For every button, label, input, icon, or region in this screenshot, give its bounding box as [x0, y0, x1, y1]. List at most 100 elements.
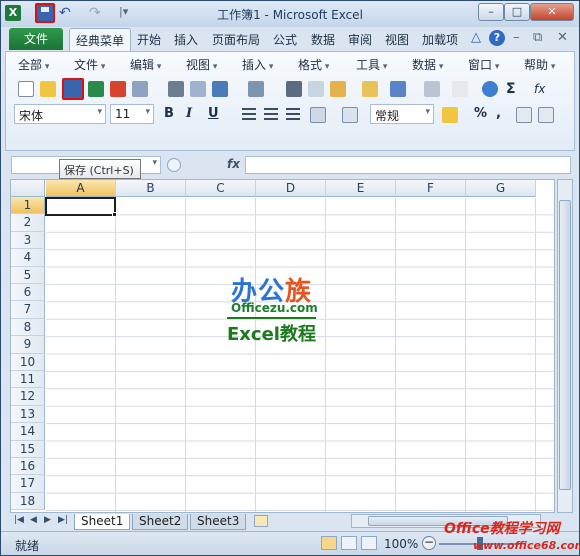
row-header-7[interactable]: 7 [11, 301, 45, 319]
insert-object-icon[interactable] [452, 81, 468, 97]
merge-center-icon[interactable] [310, 107, 326, 123]
permission-icon[interactable] [132, 81, 148, 97]
row-header-8[interactable]: 8 [11, 318, 45, 337]
comma-button[interactable]: , [496, 106, 501, 121]
save-as-icon[interactable] [88, 81, 104, 97]
row-header-17[interactable]: 17 [11, 475, 45, 493]
sheet-tab-1[interactable]: Sheet1 [74, 514, 131, 530]
row-header-15[interactable]: 15 [11, 440, 45, 458]
column-header-c[interactable]: C [186, 180, 256, 197]
hyperlink-icon[interactable] [482, 81, 498, 97]
zoom-level[interactable]: 100% [384, 537, 418, 551]
tab-file[interactable]: 文件 [9, 28, 63, 50]
column-header-b[interactable]: B [116, 180, 186, 197]
font-size-select[interactable]: 11 [110, 104, 154, 124]
copy-icon[interactable] [308, 81, 324, 97]
next-sheet-icon[interactable]: ▶ [44, 515, 51, 525]
tab-page-layout[interactable]: 页面布局 [212, 31, 260, 48]
row-header-13[interactable]: 13 [11, 405, 45, 424]
last-sheet-icon[interactable]: ▶| [58, 515, 68, 525]
pdf-icon[interactable] [110, 81, 126, 97]
row-header-11[interactable]: 11 [11, 371, 45, 389]
close-button[interactable]: ✕ [530, 3, 574, 21]
insert-function-fx-icon[interactable]: fx [227, 157, 240, 171]
normal-view-icon[interactable] [321, 536, 337, 550]
undo-toolbar-icon[interactable] [390, 81, 406, 97]
menu-insert[interactable]: 插入 [242, 56, 273, 73]
page-break-view-icon[interactable] [361, 536, 377, 550]
doc-minimize-icon[interactable]: – [513, 30, 520, 45]
doc-restore-icon[interactable]: ⧉ [533, 30, 542, 45]
bold-button[interactable]: B [164, 106, 174, 121]
column-header-d[interactable]: D [256, 180, 326, 197]
row-header-9[interactable]: 9 [11, 336, 45, 354]
wrap-text-icon[interactable] [342, 107, 358, 123]
autosum-icon[interactable]: Σ [506, 81, 522, 97]
menu-format[interactable]: 格式 [298, 56, 329, 73]
decrease-decimal-icon[interactable] [538, 107, 554, 123]
increase-decimal-icon[interactable] [516, 107, 532, 123]
row-header-2[interactable]: 2 [11, 214, 45, 232]
tab-insert[interactable]: 插入 [174, 31, 198, 48]
row-header-10[interactable]: 10 [11, 353, 45, 371]
column-header-f[interactable]: F [396, 180, 466, 197]
row-header-1[interactable]: 1 [11, 197, 45, 215]
tab-data[interactable]: 数据 [311, 31, 335, 48]
row-header-4[interactable]: 4 [11, 249, 45, 267]
row-header-18[interactable]: 18 [11, 492, 45, 511]
help-icon[interactable]: ? [489, 30, 505, 46]
tab-review[interactable]: 审阅 [348, 31, 372, 48]
maximize-button[interactable]: □ [504, 3, 530, 21]
spelling-icon[interactable] [212, 81, 228, 97]
italic-button[interactable]: I [186, 106, 192, 121]
currency-icon[interactable] [442, 107, 458, 123]
menu-view[interactable]: 视图 [186, 56, 217, 73]
prev-sheet-icon[interactable]: ◀ [30, 515, 37, 525]
row-header-6[interactable]: 6 [11, 284, 45, 302]
underline-button[interactable]: U [208, 106, 219, 121]
insert-sheet-icon[interactable] [254, 515, 268, 527]
zoom-out-icon[interactable]: − [422, 536, 436, 550]
active-cell-a1[interactable] [45, 197, 116, 216]
menu-help[interactable]: 帮助 [524, 56, 555, 73]
print-icon[interactable] [168, 81, 184, 97]
doc-close-icon[interactable]: ✕ [557, 30, 568, 45]
cell-gridlines[interactable] [46, 198, 554, 512]
menu-all[interactable]: 全部 [18, 56, 49, 73]
fill-handle[interactable] [112, 212, 117, 217]
row-header-3[interactable]: 3 [11, 231, 45, 250]
column-header-e[interactable]: E [326, 180, 396, 197]
tab-home[interactable]: 开始 [137, 31, 161, 48]
row-header-16[interactable]: 16 [11, 458, 45, 476]
format-painter-icon[interactable] [362, 81, 378, 97]
menu-data[interactable]: 数据 [412, 56, 443, 73]
redo-toolbar-icon[interactable] [424, 81, 440, 97]
worksheet-grid[interactable]: A B C D E F G 1 2 3 4 5 6 7 8 9 10 11 12… [10, 179, 555, 513]
open-icon[interactable] [40, 81, 56, 97]
menu-file[interactable]: 文件 [74, 56, 105, 73]
number-format-select[interactable]: 常规 [370, 104, 434, 124]
cut-icon[interactable] [286, 81, 302, 97]
tab-classic-menu[interactable]: 经典菜单 [69, 28, 132, 51]
page-layout-view-icon[interactable] [341, 536, 357, 550]
align-left-icon[interactable] [242, 108, 256, 120]
align-right-icon[interactable] [286, 108, 300, 120]
save-icon[interactable] [62, 78, 84, 100]
select-all-corner[interactable] [11, 180, 45, 197]
minimize-ribbon-icon[interactable]: △ [471, 30, 481, 45]
insert-function-icon[interactable]: fx [534, 81, 550, 97]
vertical-scrollbar[interactable] [557, 179, 573, 513]
tab-addins[interactable]: 加载项 [422, 31, 458, 48]
formula-bar-dropdown-icon[interactable] [167, 158, 181, 172]
paste-icon[interactable] [330, 81, 346, 97]
sheet-tab-2[interactable]: Sheet2 [132, 514, 189, 530]
vertical-scroll-thumb[interactable] [559, 200, 571, 490]
minimize-button[interactable]: – [478, 3, 504, 21]
font-name-select[interactable]: 宋体 [14, 104, 106, 124]
percent-button[interactable]: % [474, 106, 487, 121]
tab-formulas[interactable]: 公式 [273, 31, 297, 48]
new-icon[interactable] [18, 81, 34, 97]
print-preview-icon[interactable] [190, 81, 206, 97]
sheet-tab-3[interactable]: Sheet3 [190, 514, 247, 530]
tab-view[interactable]: 视图 [385, 31, 409, 48]
